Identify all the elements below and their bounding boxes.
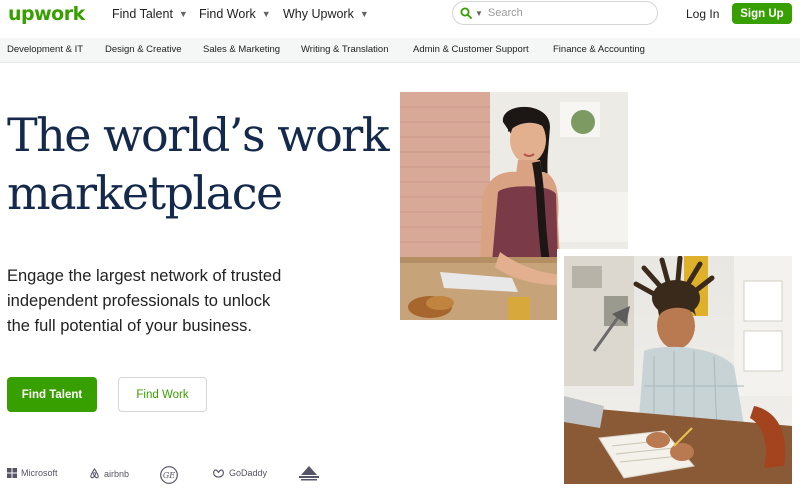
hero-title-line-2: marketplace — [7, 166, 283, 221]
category-admin-support[interactable]: Admin & Customer Support — [413, 44, 529, 55]
find-work-button[interactable]: Find Work — [118, 377, 207, 412]
search-icon — [460, 7, 472, 19]
category-sales-marketing[interactable]: Sales & Marketing — [203, 44, 280, 55]
ge-logo-icon: GE — [160, 466, 178, 484]
ge-logo: GE — [160, 466, 178, 484]
search-input[interactable]: ▼ Search — [452, 1, 658, 25]
nav-find-talent-label: Find Talent — [112, 7, 173, 21]
hero-photo-man-frame — [564, 256, 792, 484]
nav-why-upwork[interactable]: Why Upwork ▼ — [283, 7, 369, 21]
airbnb-logo-text: airbnb — [104, 468, 130, 479]
signup-button[interactable]: Sign Up — [732, 3, 792, 24]
godaddy-logo-text: GoDaddy — [229, 468, 268, 478]
category-design-creative[interactable]: Design & Creative — [105, 44, 182, 55]
hero-title: The world’s work marketplace — [7, 106, 407, 223]
automattic-logo — [297, 465, 321, 483]
svg-text:GE: GE — [163, 471, 175, 480]
nav-find-work-label: Find Work — [199, 7, 256, 21]
hero-subtitle-line-3: the full potential of your business. — [7, 317, 252, 336]
airbnb-logo-icon — [90, 468, 99, 479]
chevron-down-icon: ▼ — [178, 9, 188, 19]
microsoft-logo-text: Microsoft — [21, 468, 58, 478]
hero-photo-man-illustration — [564, 256, 792, 484]
find-talent-button[interactable]: Find Talent — [7, 377, 97, 412]
category-writing-translation[interactable]: Writing & Translation — [301, 44, 388, 55]
microsoft-logo-icon — [7, 468, 17, 478]
search-type-dropdown-icon[interactable]: ▼ — [475, 9, 483, 18]
nav-find-work[interactable]: Find Work ▼ — [199, 7, 271, 21]
godaddy-logo: GoDaddy — [212, 468, 267, 478]
category-finance-accounting[interactable]: Finance & Accounting — [553, 44, 645, 55]
upwork-logo[interactable]: upwork — [8, 3, 85, 25]
top-navigation: upwork Find Talent ▼ Find Work ▼ Why Upw… — [0, 0, 800, 36]
airbnb-logo: airbnb — [89, 468, 129, 479]
microsoft-logo: Microsoft — [7, 468, 58, 478]
hero-subtitle-line-2: independent professionals to unlock — [7, 292, 271, 311]
hero-photo-man — [557, 249, 800, 491]
godaddy-logo-icon — [213, 469, 224, 478]
hero-subtitle-line-1: Engage the largest network of trusted — [7, 267, 282, 285]
search-placeholder: Search — [487, 7, 523, 19]
login-link[interactable]: Log In — [686, 7, 719, 21]
automattic-logo-icon — [299, 466, 319, 481]
chevron-down-icon: ▼ — [261, 9, 271, 19]
chevron-down-icon: ▼ — [359, 9, 369, 19]
category-bar: Development & IT Design & Creative Sales… — [0, 38, 800, 63]
hero-title-line-1: The world’s work — [7, 108, 390, 162]
hero-subtitle: Engage the largest network of trusted in… — [7, 264, 327, 339]
nav-why-upwork-label: Why Upwork — [283, 7, 354, 21]
nav-find-talent[interactable]: Find Talent ▼ — [112, 7, 188, 21]
category-development-it[interactable]: Development & IT — [7, 44, 83, 55]
